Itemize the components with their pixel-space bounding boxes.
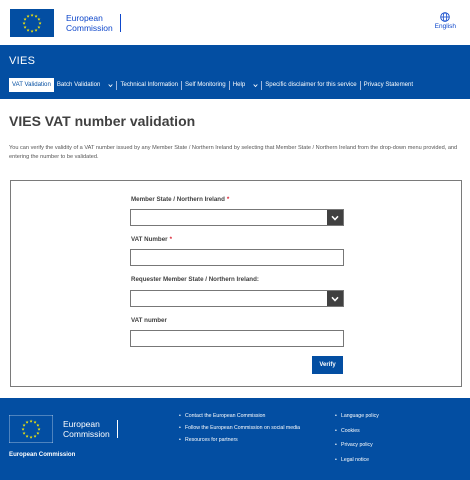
svg-text:★: ★	[30, 29, 34, 34]
nav-label: Self Monitoring	[185, 81, 226, 88]
nav-label: Help	[232, 81, 246, 88]
chevron-down-icon[interactable]	[327, 210, 343, 225]
nav-label: Privacy Statement	[363, 81, 414, 88]
svg-text:★: ★	[34, 27, 38, 32]
member-state-select[interactable]	[130, 209, 344, 226]
chevron-down-icon	[253, 83, 258, 87]
label-text: Member State / Northern Ireland	[131, 196, 225, 203]
nav-self-monitoring[interactable]: Self Monitoring	[182, 78, 229, 92]
requester-vat-input[interactable]	[130, 330, 344, 347]
requester-state-label: Requester Member State / Northern Irelan…	[131, 276, 259, 283]
requester-state-select[interactable]	[130, 290, 344, 307]
ec-logo[interactable]: ★ ★ ★ ★ ★ ★ ★ ★ ★ ★ ★ ★ European Commission	[10, 9, 121, 37]
footer-link-contact[interactable]: Contact the European Commission	[177, 413, 307, 420]
eu-flag-icon: ★ ★ ★ ★ ★ ★ ★ ★ ★ ★ ★ ★	[10, 9, 54, 37]
vat-number-input[interactable]	[130, 249, 344, 266]
footer: ★ ★ ★ ★ ★ ★ ★ ★ ★ ★ ★ ★ European Commission Euro…	[0, 398, 470, 480]
chevron-down-icon[interactable]	[327, 291, 343, 306]
svg-text:★: ★	[33, 433, 37, 438]
logo-line1: European	[66, 13, 103, 23]
logo-text: European Commission	[66, 13, 113, 33]
logo-divider	[119, 14, 121, 32]
language-selector[interactable]: English	[435, 12, 456, 30]
site-name[interactable]: VIES	[9, 55, 35, 67]
nav-batch-validation[interactable]: Batch Validation	[54, 78, 117, 92]
intro-text: You can verify the validity of a VAT num…	[9, 145, 458, 160]
top-header: ★ ★ ★ ★ ★ ★ ★ ★ ★ ★ ★ ★ European Commission Engl…	[0, 0, 470, 45]
language-label: English	[434, 23, 456, 30]
footer-link-social[interactable]: Follow the European Commission on social…	[177, 425, 307, 432]
label-text: VAT Number	[131, 236, 168, 243]
nav-label: Technical Information	[120, 81, 179, 88]
vat-number-label: VAT Number *	[131, 236, 172, 243]
requester-vat-label: VAT number	[131, 317, 167, 324]
svg-text:★: ★	[26, 14, 30, 19]
nav-privacy-statement[interactable]: Privacy Statement	[361, 78, 416, 92]
main-nav: VAT Validation Batch Validation Technica…	[9, 78, 416, 92]
footer-link-language-policy[interactable]: Language policy	[333, 413, 453, 420]
logo-line2: Commission	[63, 429, 110, 439]
footer-link-privacy-policy[interactable]: Privacy policy	[333, 442, 453, 449]
logo-divider	[116, 420, 118, 438]
footer-link-resources[interactable]: Resources for partners	[177, 437, 307, 444]
chevron-down-icon	[108, 83, 114, 87]
footer-org-name: European Commission	[9, 451, 76, 458]
nav-label: Specific disclaimer for this service	[265, 81, 357, 88]
nav-vat-validation[interactable]: VAT Validation	[9, 78, 54, 92]
nav-technical-information[interactable]: Technical Information	[117, 78, 181, 92]
nav-help[interactable]: Help	[230, 78, 262, 92]
required-marker: *	[226, 196, 230, 203]
footer-ec-logo[interactable]: ★ ★ ★ ★ ★ ★ ★ ★ ★ ★ ★ ★ European Commission	[9, 415, 118, 443]
logo-line2: Commission	[66, 23, 113, 33]
footer-link-cookies[interactable]: Cookies	[333, 428, 453, 435]
logo-line1: European	[63, 419, 100, 429]
member-state-label: Member State / Northern Ireland *	[131, 196, 229, 203]
eu-flag-icon: ★ ★ ★ ★ ★ ★ ★ ★ ★ ★ ★ ★	[9, 415, 53, 443]
globe-icon	[440, 12, 451, 22]
verify-button[interactable]: Verify	[312, 356, 343, 374]
nav-specific-disclaimer[interactable]: Specific disclaimer for this service	[262, 78, 359, 92]
footer-links-col1: Contact the European Commission Follow t…	[177, 413, 307, 444]
svg-text:★: ★	[25, 420, 29, 425]
footer-logo-text: European Commission	[63, 419, 110, 439]
page-title: VIES VAT number validation	[9, 113, 196, 129]
site-header: VIES VAT Validation Batch Validation Tec…	[0, 45, 470, 99]
footer-links-col2: Language policy Cookies Privacy policy L…	[333, 413, 453, 464]
nav-label: VAT Validation	[12, 81, 51, 88]
svg-text:★: ★	[29, 435, 33, 440]
nav-label: Batch Validation	[56, 81, 101, 88]
required-marker: *	[169, 236, 172, 243]
vat-validation-form: Member State / Northern Ireland * VAT Num…	[10, 180, 462, 387]
footer-link-legal-notice[interactable]: Legal notice	[333, 457, 453, 464]
